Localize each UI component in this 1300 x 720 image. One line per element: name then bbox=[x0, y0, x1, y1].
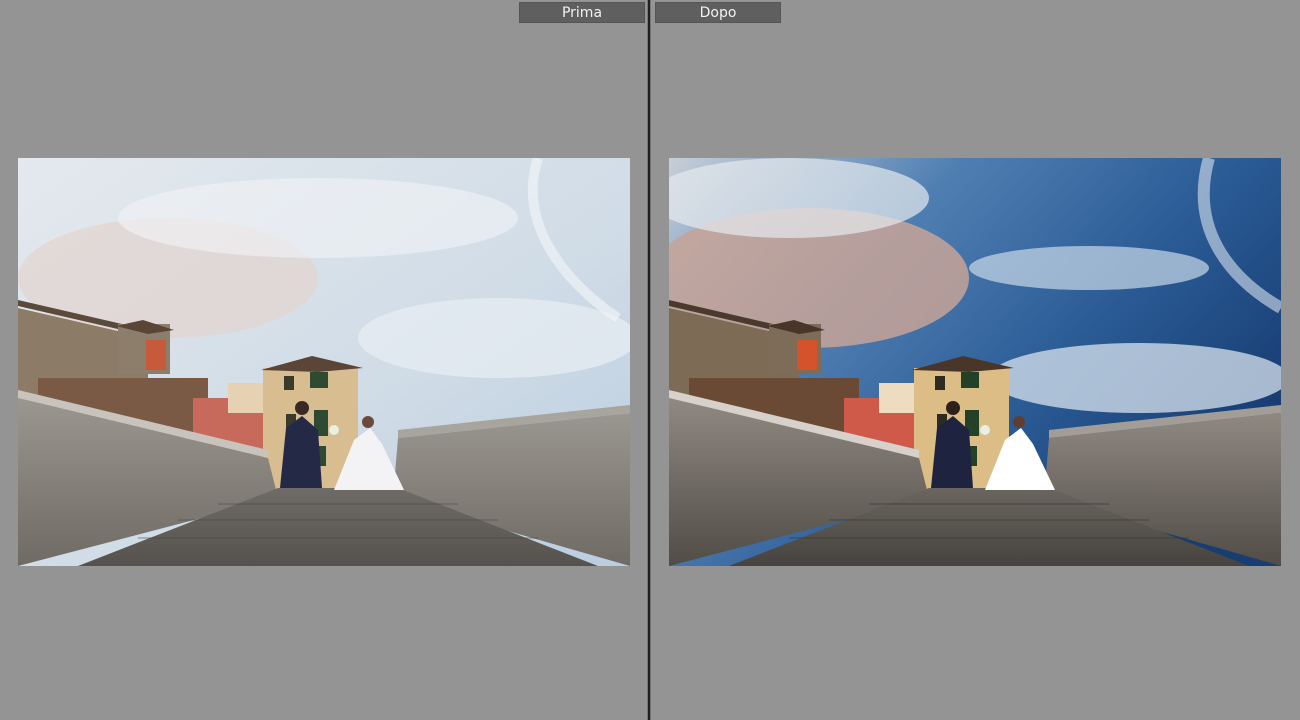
after-photo-image bbox=[669, 158, 1281, 566]
before-photo[interactable] bbox=[18, 158, 630, 566]
after-pane[interactable]: Dopo bbox=[651, 0, 1300, 720]
before-pane[interactable]: Prima bbox=[0, 0, 647, 720]
after-label: Dopo bbox=[655, 2, 781, 23]
before-label: Prima bbox=[519, 2, 645, 23]
after-photo[interactable] bbox=[669, 158, 1281, 566]
before-photo-image bbox=[18, 158, 630, 566]
